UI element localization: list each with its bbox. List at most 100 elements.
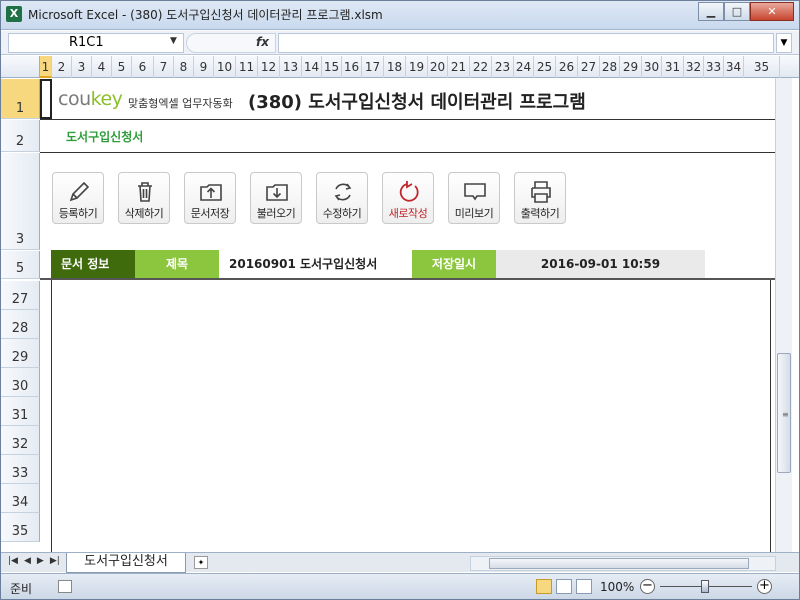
column-header[interactable]: 12 (258, 56, 280, 78)
column-header[interactable]: 13 (280, 56, 302, 78)
row-header[interactable]: 32 (0, 426, 40, 455)
new-button[interactable]: 새로작성 (382, 172, 434, 224)
select-all-corner[interactable] (0, 56, 40, 78)
scrollbar-thumb[interactable] (489, 558, 749, 569)
sheet-tab[interactable]: 도서구입신청서 (66, 553, 186, 573)
function-icon[interactable]: fx (256, 35, 269, 49)
column-header[interactable]: 31 (662, 56, 684, 78)
row-header[interactable]: 3 (0, 153, 40, 250)
row-header[interactable]: 35 (0, 513, 40, 542)
save-document-button[interactable]: 문서저장 (184, 172, 236, 224)
preview-button[interactable]: 미리보기 (448, 172, 500, 224)
maximize-button[interactable]: □ (724, 2, 750, 21)
row-header[interactable]: 29 (0, 339, 40, 368)
delete-button[interactable]: 삭제하기 (118, 172, 170, 224)
monitor-icon (464, 183, 486, 201)
row-header[interactable]: 28 (0, 310, 40, 339)
page-break-view-button[interactable] (576, 579, 592, 594)
macro-record-icon[interactable] (58, 580, 72, 593)
row-header[interactable]: 33 (0, 455, 40, 484)
column-header[interactable]: 18 (384, 56, 406, 78)
worksheet-grid[interactable] (40, 280, 775, 552)
column-header[interactable]: 23 (492, 56, 514, 78)
column-header[interactable]: 8 (174, 56, 194, 78)
row-header[interactable]: 30 (0, 368, 40, 397)
column-header[interactable]: 3 (72, 56, 92, 78)
zoom-out-button[interactable]: − (640, 579, 655, 594)
brand-tagline: 맞춤형엑셀 업무자동화 (128, 97, 233, 110)
register-button[interactable]: 등록하기 (52, 172, 104, 224)
edit-button[interactable]: 수정하기 (316, 172, 368, 224)
vertical-scrollbar[interactable]: ≡ (775, 78, 792, 552)
column-header[interactable]: 17 (362, 56, 384, 78)
column-header[interactable]: 24 (514, 56, 534, 78)
column-header[interactable]: 27 (578, 56, 600, 78)
column-header[interactable]: 2 (52, 56, 72, 78)
column-header[interactable]: 6 (132, 56, 154, 78)
column-header[interactable]: 26 (556, 56, 578, 78)
column-header[interactable]: 20 (428, 56, 448, 78)
formula-input[interactable] (278, 33, 774, 53)
insert-sheet-icon[interactable]: ✦ (194, 556, 208, 569)
button-label: 문서저장 (190, 207, 230, 220)
column-header[interactable]: 14 (302, 56, 322, 78)
column-header[interactable]: 19 (406, 56, 428, 78)
column-header[interactable]: 4 (92, 56, 112, 78)
normal-view-button[interactable] (536, 579, 552, 594)
column-header[interactable]: 35 (744, 56, 780, 78)
minimize-button[interactable]: ▁ (698, 2, 724, 21)
column-header[interactable]: 32 (684, 56, 704, 78)
column-header[interactable]: 29 (620, 56, 642, 78)
excel-app-icon[interactable]: X (6, 6, 22, 22)
last-sheet-icon[interactable]: ▶| (50, 556, 60, 566)
row-header[interactable]: 1 (0, 79, 40, 119)
page-subtitle: 도서구입신청서 (66, 130, 144, 144)
column-header[interactable]: 22 (470, 56, 492, 78)
scrollbar-thumb[interactable]: ≡ (777, 353, 791, 473)
upload-folder-icon (200, 184, 222, 201)
title-value[interactable]: 20160901 도서구입신청서 (219, 250, 412, 278)
column-header[interactable]: 16 (342, 56, 362, 78)
zoom-level[interactable]: 100% (600, 580, 634, 594)
row-header[interactable]: 31 (0, 397, 40, 426)
row-header[interactable]: 34 (0, 484, 40, 513)
first-sheet-icon[interactable]: |◀ (8, 556, 18, 566)
column-header[interactable]: 7 (154, 56, 174, 78)
zoom-slider-knob[interactable] (701, 580, 709, 593)
column-header[interactable]: 1 (40, 56, 52, 78)
page-layout-view-button[interactable] (556, 579, 572, 594)
column-header[interactable]: 30 (642, 56, 662, 78)
column-header[interactable]: 25 (534, 56, 556, 78)
printer-icon (531, 181, 551, 203)
column-header-list: 1 2 3 4 5 6 7 8 9 10 11 12 13 14 15 16 17 18 19 20 21 22 23 24 2… (40, 56, 780, 78)
next-sheet-icon[interactable]: ▶ (37, 556, 44, 566)
column-header[interactable]: 9 (194, 56, 214, 78)
load-button[interactable]: 불러오기 (250, 172, 302, 224)
close-button[interactable]: ✕ (750, 2, 794, 21)
active-cell[interactable] (40, 79, 52, 119)
view-buttons (536, 579, 592, 594)
column-header[interactable]: 28 (600, 56, 620, 78)
chevron-down-icon[interactable]: ▼ (170, 36, 177, 46)
row-header[interactable]: 5 (0, 251, 40, 279)
prev-sheet-icon[interactable]: ◀ (24, 556, 31, 566)
print-button[interactable]: 출력하기 (514, 172, 566, 224)
column-header[interactable]: 10 (214, 56, 236, 78)
window-title: Microsoft Excel - (380) 도서구입신청서 데이터관리 프로… (28, 8, 383, 22)
download-folder-icon (266, 184, 288, 201)
column-header[interactable]: 33 (704, 56, 724, 78)
name-box[interactable]: R1C1 (8, 33, 184, 53)
expand-formula-icon[interactable]: ▼ (776, 33, 792, 53)
column-header[interactable]: 21 (448, 56, 470, 78)
zoom-in-button[interactable]: + (757, 579, 772, 594)
saved-at-value[interactable]: 2016-09-01 10:59 (496, 250, 705, 278)
sheet-tab-bar: |◀ ◀ ▶ ▶| 도서구입신청서 ✦ (0, 552, 800, 573)
column-header[interactable]: 34 (724, 56, 744, 78)
row-header[interactable]: 2 (0, 120, 40, 152)
column-header[interactable]: 15 (322, 56, 342, 78)
row-header[interactable]: 27 (0, 281, 40, 310)
column-header[interactable]: 11 (236, 56, 258, 78)
column-header[interactable]: 5 (112, 56, 132, 78)
horizontal-scrollbar[interactable] (470, 556, 776, 571)
table-border-left (51, 280, 52, 552)
